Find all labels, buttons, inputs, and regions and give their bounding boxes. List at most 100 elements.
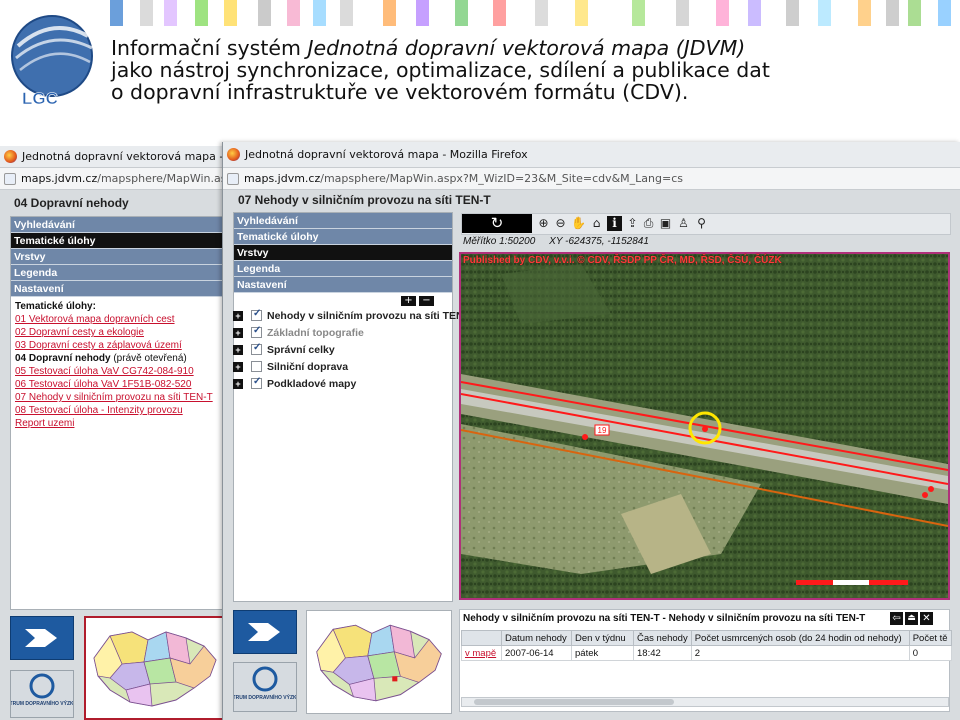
show-on-map-link[interactable]: v mapě — [465, 648, 496, 659]
horizontal-scrollbar[interactable] — [461, 697, 949, 707]
table-header-row: Datum nehody Den v týdnu Čas nehody Poče… — [461, 630, 952, 646]
column-header[interactable]: Datum nehody — [501, 630, 572, 646]
person-icon[interactable]: ⚲ — [694, 216, 709, 231]
layer-item[interactable]: +Správní celky — [233, 341, 464, 358]
aerial-map: 19 — [461, 254, 948, 598]
scale-and-coords: Měřítko 1:50200 XY -624375, -1152841 — [463, 236, 649, 247]
back-url-text: maps.jdvm.cz/mapsphere/MapWin.aspx?M — [21, 172, 225, 185]
menu-vyhledavani[interactable]: Vyhledávání — [234, 213, 452, 229]
expand-icon[interactable]: + — [233, 327, 243, 338]
expand-all-button[interactable]: + — [401, 296, 416, 306]
table-cell: 2007-06-14 — [501, 645, 572, 661]
expand-icon[interactable]: + — [233, 310, 243, 321]
user-icon[interactable]: ♙ — [676, 216, 691, 231]
scrollbar-thumb[interactable] — [474, 699, 674, 705]
layer-item[interactable]: +Nehody v silničním provozu na síti TEN — [233, 307, 464, 324]
header-decoration — [0, 0, 960, 40]
back-window-titlebar[interactable]: Jednotná dopravní vektorová mapa - Mozil — [0, 146, 225, 168]
map-attribution: Published by CDV, v.v.i. © CDV, ŘSDP PP … — [463, 255, 782, 266]
print-icon[interactable]: ⎙ — [641, 216, 656, 231]
column-header — [461, 630, 502, 646]
table-cell: 18:42 — [633, 645, 692, 661]
cdv-logo: CENTRUM DOPRAVNÍHO VÝZKUMU — [222, 662, 308, 712]
front-window-titlebar[interactable]: Jednotná dopravní vektorová mapa - Mozil… — [223, 142, 960, 168]
back-url-bar[interactable]: maps.jdvm.cz/mapsphere/MapWin.aspx?M — [0, 168, 225, 190]
result-title: Nehody v silničním provozu na síti TEN-T… — [463, 613, 866, 624]
front-url-bar[interactable]: maps.jdvm.cz/mapsphere/MapWin.aspx?M_Wiz… — [223, 168, 960, 190]
menu-nastaveni[interactable]: Nastavení — [234, 277, 452, 293]
firefox-icon — [4, 150, 17, 163]
task-link[interactable]: 08 Testovací úloha - Intenzity provozu — [15, 404, 219, 417]
pan-hand-icon[interactable]: ✋ — [571, 216, 586, 231]
layer-checkbox[interactable] — [251, 376, 262, 389]
zoom-in-icon[interactable]: ⊕ — [536, 216, 551, 231]
layer-item[interactable]: + Silniční doprava — [233, 358, 464, 375]
task-link[interactable]: 01 Vektorová mapa dopravních cest — [15, 313, 219, 326]
task-link[interactable]: 02 Dopravní cesty a ekologie — [15, 326, 219, 339]
eject-icon[interactable]: ⏏ — [905, 612, 918, 625]
table-cell: v mapě — [461, 645, 502, 661]
close-icon[interactable]: ✕ — [920, 612, 933, 625]
home-icon[interactable]: ⌂ — [589, 216, 604, 231]
lgc-logo: LGC — [11, 8, 98, 108]
info-icon[interactable]: i — [607, 216, 622, 231]
column-header[interactable]: Den v týdnu — [571, 630, 634, 646]
task-link[interactable]: Report uzemi — [15, 417, 219, 430]
back-side-panel: Vyhledávání Tematické úlohy Vrstvy Legen… — [10, 216, 224, 610]
task-list: Tematické úlohy: 01 Vektorová mapa dopra… — [11, 297, 223, 433]
back-page-header: 04 Dopravní nehody — [14, 196, 129, 210]
cdv-logo: CENTRUM DOPRAVNÍHO VÝZKUMU — [0, 670, 85, 718]
arrow-button[interactable] — [233, 610, 297, 654]
tasks-heading: Tematické úlohy: — [15, 301, 96, 312]
arrow-right-icon — [25, 629, 57, 647]
layer-item[interactable]: +Základní topografie — [233, 324, 464, 341]
svg-text:LGC: LGC — [22, 89, 58, 108]
svg-text:CENTRUM DOPRAVNÍHO VÝZKUMU: CENTRUM DOPRAVNÍHO VÝZKUMU — [234, 693, 296, 701]
task-link[interactable]: 03 Dopravní cesty a záplavová území — [15, 339, 219, 352]
menu-vrstvy[interactable]: Vrstvy — [234, 245, 452, 261]
zoom-out-icon[interactable]: ⊖ — [553, 216, 568, 231]
refresh-button[interactable]: ↻ — [462, 214, 532, 233]
czech-minimap[interactable] — [84, 616, 225, 720]
column-header[interactable]: Čas nehody — [633, 630, 692, 646]
menu-vrstvy[interactable]: Vrstvy — [11, 249, 223, 265]
menu-nastaveni[interactable]: Nastavení — [11, 281, 223, 297]
expand-icon[interactable]: + — [233, 378, 243, 389]
select-rect-icon[interactable]: ▣ — [658, 216, 673, 231]
firefox-icon — [227, 148, 240, 161]
arrow-button[interactable] — [10, 616, 74, 660]
back-browser-window: Jednotná dopravní vektorová mapa - Mozil… — [0, 146, 226, 720]
current-task: 04 Dopravní nehody (právě otevřená) — [15, 353, 187, 364]
table-cell: pátek — [571, 645, 634, 661]
layer-checkbox[interactable] — [251, 361, 262, 372]
svg-text:CENTRUM DOPRAVNÍHO VÝZKUMU: CENTRUM DOPRAVNÍHO VÝZKUMU — [11, 699, 73, 707]
menu-tematicke-ulohy[interactable]: Tematické úlohy — [11, 233, 223, 249]
czech-minimap[interactable] — [306, 610, 452, 714]
title-part1: Informační systém — [111, 36, 308, 60]
expand-icon[interactable]: + — [233, 361, 243, 372]
slide-title: Informační systém Jednotná dopravní vekt… — [111, 37, 951, 103]
menu-vyhledavani[interactable]: Vyhledávání — [11, 217, 223, 233]
front-page-header: 07 Nehody v silničním provozu na síti TE… — [238, 193, 491, 207]
export-icon[interactable]: ⇪ — [625, 216, 640, 231]
table-cell: 2 — [690, 645, 910, 661]
layer-item[interactable]: +Podkladové mapy — [233, 375, 464, 392]
table-cell: 0 — [908, 645, 952, 661]
menu-tematicke-ulohy[interactable]: Tematické úlohy — [234, 229, 452, 245]
task-link[interactable]: 07 Nehody v silničním provozu na síti TE… — [15, 391, 219, 404]
map-view[interactable]: 19 — [459, 252, 950, 600]
task-link[interactable]: 06 Testovací úloha VaV 1F51B-082-520 — [15, 378, 219, 391]
menu-legenda[interactable]: Legenda — [234, 261, 452, 277]
column-header[interactable]: Počet usmrcených osob (do 24 hodin od ne… — [690, 630, 910, 646]
back-arrow-icon[interactable]: ⇦ — [890, 612, 903, 625]
expand-icon[interactable]: + — [233, 344, 243, 355]
result-table: Datum nehody Den v týdnu Čas nehody Poče… — [461, 630, 952, 661]
slide: LGC Informační systém Jednotná dopravní … — [0, 0, 960, 720]
layer-checkbox[interactable] — [251, 308, 262, 321]
collapse-all-button[interactable]: − — [419, 296, 434, 306]
menu-legenda[interactable]: Legenda — [11, 265, 223, 281]
layer-checkbox[interactable] — [251, 325, 262, 338]
column-header[interactable]: Počet tě — [908, 630, 952, 646]
layer-checkbox[interactable] — [251, 342, 262, 355]
task-link[interactable]: 05 Testovací úloha VaV CG742-084-910 — [15, 365, 219, 378]
